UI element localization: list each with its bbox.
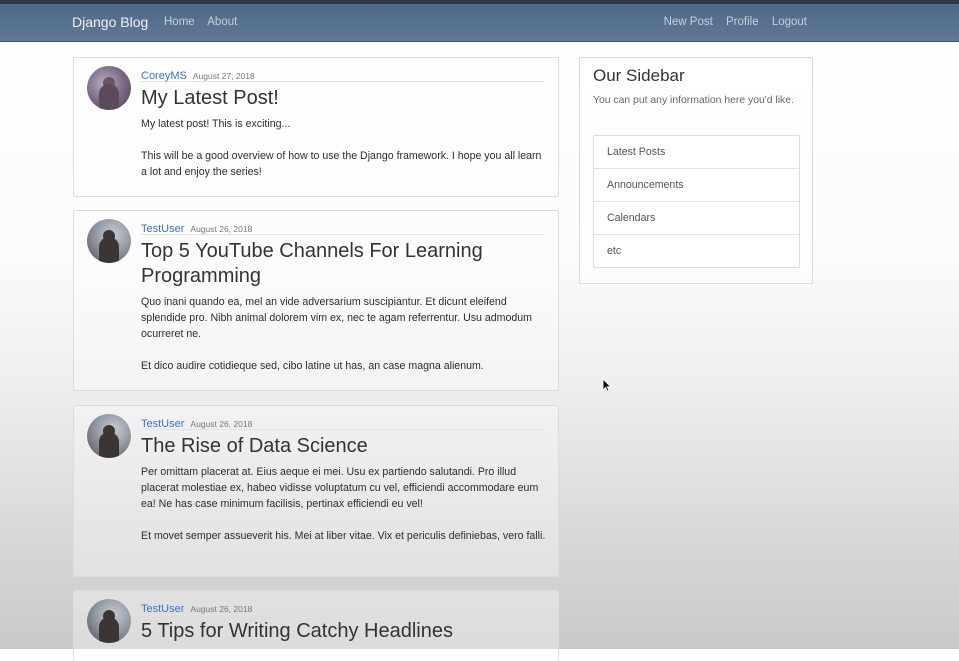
nav-home-link[interactable]: Home bbox=[164, 16, 195, 28]
post-meta: TestUser August 26, 2018 bbox=[141, 414, 545, 430]
post-author-link[interactable]: TestUser bbox=[141, 603, 184, 615]
sidebar-title: Our Sidebar bbox=[593, 66, 685, 85]
post-paragraph: Et movet semper assueverit his. Mei at l… bbox=[141, 530, 546, 542]
post-card: TestUser August 26, 2018 Top 5 YouTube Ch… bbox=[73, 210, 559, 391]
post-paragraph: This will be a good overview of how to u… bbox=[141, 150, 542, 178]
sidebar-item-latest-posts[interactable]: Latest Posts bbox=[594, 136, 799, 169]
nav-profile-link[interactable]: Profile bbox=[726, 16, 759, 28]
post-card: TestUser August 26, 2018 The Rise of Data… bbox=[73, 405, 559, 577]
post-paragraph: Quo inani quando ea, mel an vide adversa… bbox=[141, 296, 532, 340]
post-meta: CoreyMS August 27, 2018 bbox=[141, 66, 545, 82]
sidebar: Our Sidebar You can put any information … bbox=[579, 57, 813, 284]
post-author-link[interactable]: TestUser bbox=[141, 223, 184, 235]
author-avatar bbox=[87, 414, 131, 458]
post-title-link[interactable]: Top 5 YouTube Channels For Learning Prog… bbox=[141, 239, 541, 289]
sidebar-item-calendars[interactable]: Calendars bbox=[594, 202, 799, 235]
post-date: August 26, 2018 bbox=[190, 224, 253, 234]
post-title-link[interactable]: My Latest Post! bbox=[141, 86, 279, 111]
post-meta: TestUser August 26, 2018 bbox=[141, 219, 545, 235]
post-author-link[interactable]: TestUser bbox=[141, 418, 184, 430]
sidebar-list: Latest Posts Announcements Calendars etc bbox=[593, 135, 800, 268]
mouse-cursor-icon bbox=[602, 378, 612, 392]
sidebar-description: You can put any information here you'd l… bbox=[593, 95, 794, 106]
post-title-link[interactable]: The Rise of Data Science bbox=[141, 434, 368, 459]
top-navbar: Django Blog Home About New Post Profile … bbox=[0, 4, 959, 42]
nav-logout-link[interactable]: Logout bbox=[772, 16, 807, 28]
sidebar-item-etc[interactable]: etc bbox=[594, 235, 799, 267]
post-title-link[interactable]: 5 Tips for Writing Catchy Headlines bbox=[141, 619, 453, 644]
author-avatar bbox=[87, 599, 131, 643]
post-date: August 26, 2018 bbox=[190, 419, 253, 429]
nav-new-post-link[interactable]: New Post bbox=[664, 16, 713, 28]
post-date: August 27, 2018 bbox=[192, 71, 255, 81]
post-paragraph: Per omittam placerat at. Eius aeque ei m… bbox=[141, 466, 539, 510]
brand-link[interactable]: Django Blog bbox=[72, 14, 148, 30]
nav-left-group: Home About bbox=[164, 16, 247, 28]
post-paragraph: Et dico audire cotidieque sed, cibo lati… bbox=[141, 360, 484, 372]
post-content: Per omittam placerat at. Eius aeque ei m… bbox=[141, 464, 549, 544]
post-date: August 26, 2018 bbox=[190, 604, 253, 614]
post-content: Quo inani quando ea, mel an vide adversa… bbox=[141, 294, 549, 374]
post-meta: TestUser August 26, 2018 bbox=[141, 599, 545, 615]
nav-right-group: New Post Profile Logout bbox=[664, 16, 807, 28]
post-content: My latest post! This is exciting... This… bbox=[141, 116, 549, 180]
nav-about-link[interactable]: About bbox=[207, 16, 237, 28]
author-avatar bbox=[87, 66, 131, 110]
post-paragraph: My latest post! This is exciting... bbox=[141, 118, 291, 130]
post-card: CoreyMS August 27, 2018 My Latest Post! M… bbox=[73, 57, 559, 197]
post-author-link[interactable]: CoreyMS bbox=[141, 70, 187, 82]
post-card: TestUser August 26, 2018 5 Tips for Writi… bbox=[73, 590, 559, 661]
author-avatar bbox=[87, 219, 131, 263]
sidebar-item-announcements[interactable]: Announcements bbox=[594, 169, 799, 202]
